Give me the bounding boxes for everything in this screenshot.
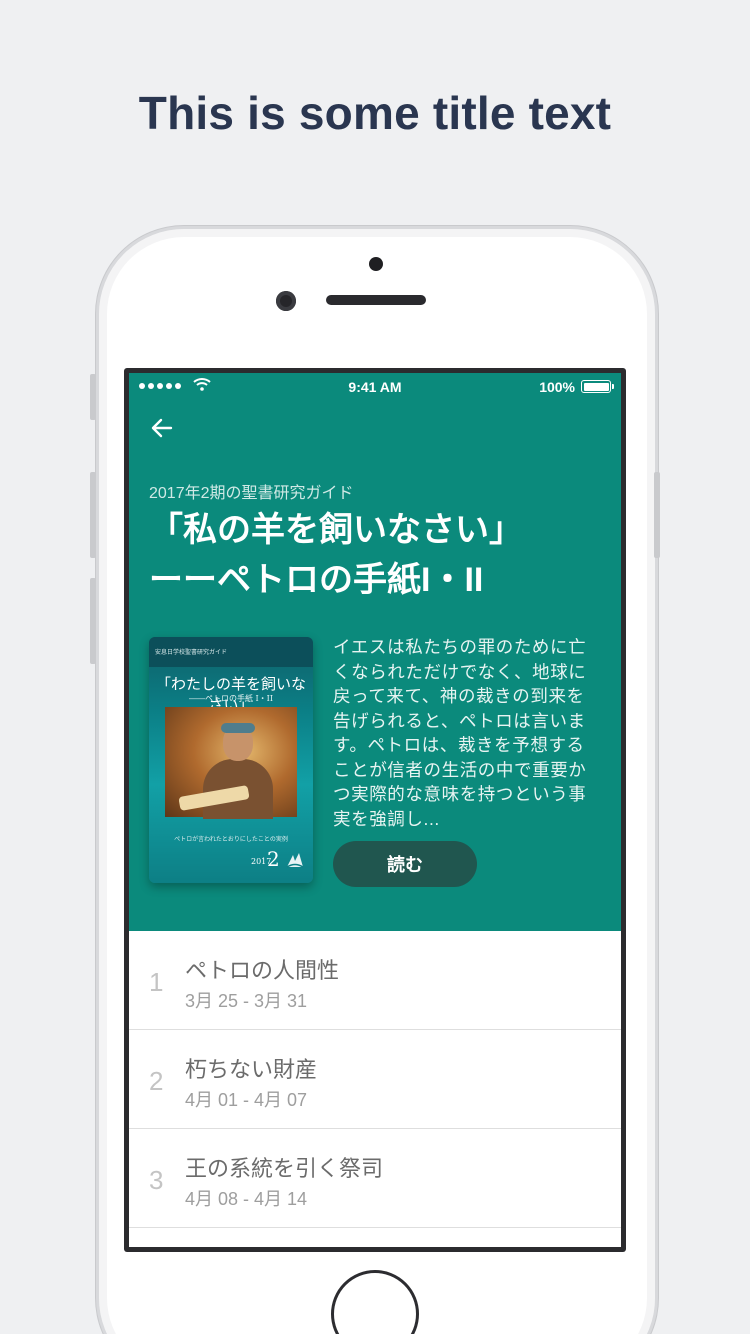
cover-painting (165, 707, 297, 819)
volume-down-button (90, 578, 96, 664)
cover-quarter: 2 (267, 847, 280, 871)
mute-switch (90, 374, 96, 420)
lesson-number: 2 (149, 1066, 164, 1096)
lesson-dates: 4月 01 - 4月 07 (185, 1090, 308, 1110)
adventist-logo-icon (286, 853, 304, 868)
lesson-number: 3 (149, 1165, 164, 1195)
phone-screen: 9:41 AM 100% 2017年2期の聖書研究ガイド 「私の羊を飼いなさい」… (124, 368, 626, 1252)
proximity-sensor (369, 257, 383, 271)
guide-title-line-2: ーーペトロの手紙I・II (149, 561, 484, 599)
lesson-row[interactable]: 2 朽ちない財産 4月 01 - 4月 07 (129, 1030, 621, 1129)
lesson-dates: 4月 08 - 4月 14 (185, 1189, 308, 1209)
lesson-title: ペトロの人間性 (185, 958, 340, 983)
guide-description: イエスは私たちの罪のために亡くなられただけでなく、地球に戻って来て、神の裁きの到… (333, 637, 587, 829)
lesson-title: 朽ちない財産 (185, 1057, 318, 1082)
lesson-title: 王の系統を引く祭司 (185, 1156, 384, 1181)
guide-cover-image: 安息日学校聖書研究ガイド 「わたしの羊を飼いなさい」 ――ペトロの手紙 I・II… (149, 637, 313, 883)
earpiece-speaker (326, 295, 426, 305)
cover-kicker: 安息日学校聖書研究ガイド (155, 649, 228, 656)
guide-title-line-1: 「私の羊を飼いなさい」 (149, 511, 523, 549)
power-button (654, 472, 660, 558)
status-bar: 9:41 AM 100% (129, 373, 621, 401)
page-title: This is some title text (138, 87, 612, 139)
battery-percent: 100% (539, 379, 575, 395)
app-view: 9:41 AM 100% 2017年2期の聖書研究ガイド 「私の羊を飼いなさい」… (129, 373, 621, 1247)
guide-header: 9:41 AM 100% 2017年2期の聖書研究ガイド 「私の羊を飼いなさい」… (129, 373, 621, 931)
read-button[interactable]: 読む (333, 841, 477, 887)
guide-quarter-label: 2017年2期の聖書研究ガイド (149, 485, 354, 502)
lesson-number: 1 (149, 967, 164, 997)
front-camera (276, 291, 296, 311)
volume-up-button (90, 472, 96, 558)
cover-subtitle: ――ペトロの手紙 I・II (188, 694, 274, 703)
guide-title: 「私の羊を飼いなさい」 ーーペトロの手紙I・II (149, 505, 609, 605)
lesson-dates: 3月 25 - 3月 31 (185, 991, 308, 1011)
battery-icon (581, 380, 614, 393)
cover-caption: ペトロが言われたとおりにしたことの実例 (174, 836, 288, 843)
back-arrow-icon[interactable] (149, 415, 175, 441)
lesson-row[interactable]: 1 ペトロの人間性 3月 25 - 3月 31 (129, 931, 621, 1030)
lesson-list: 1 ペトロの人間性 3月 25 - 3月 31 2 朽ちない財産 4月 01 -… (129, 931, 621, 1228)
lesson-row[interactable]: 3 王の系統を引く祭司 4月 08 - 4月 14 (129, 1129, 621, 1228)
